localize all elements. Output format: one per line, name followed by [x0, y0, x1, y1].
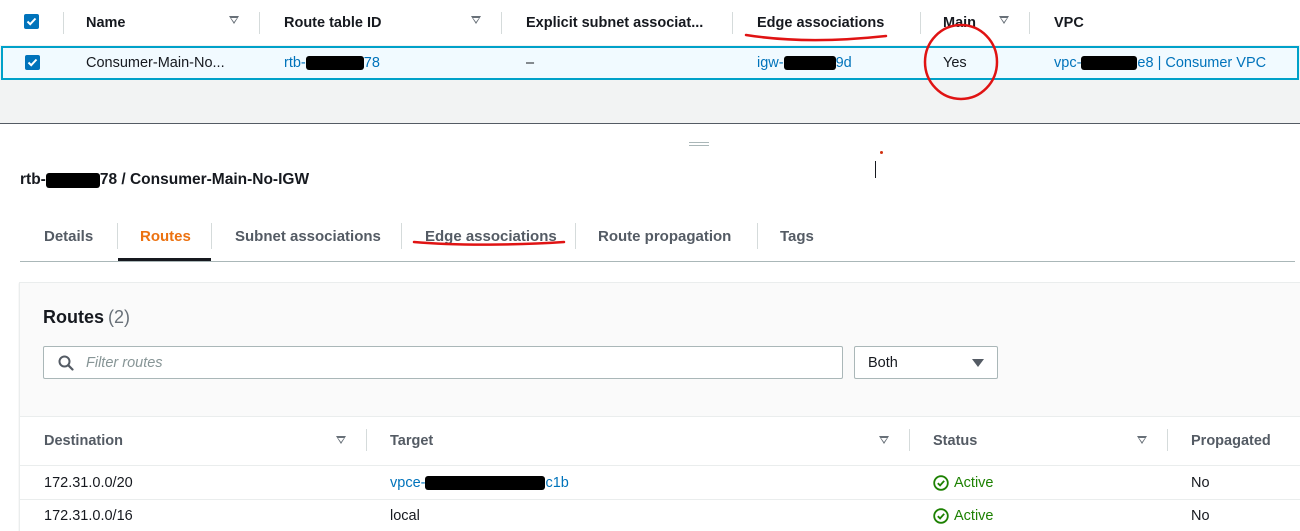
edge-prefix: igw- — [757, 55, 784, 71]
table-row-selected[interactable]: Consumer-Main-No... rtb- 78 – igw- 9d Yes … — [1, 46, 1299, 80]
column-header-edge-associations[interactable]: Edge associations — [757, 0, 897, 45]
edge-suffix: 9d — [835, 55, 852, 71]
column-divider — [1167, 429, 1168, 451]
status-text: Active — [954, 474, 994, 491]
column-divider — [1029, 12, 1030, 34]
route-table-id-link[interactable]: rtb- 78 — [284, 48, 380, 78]
tab-divider — [575, 223, 576, 249]
table-header: Name Route table ID Explicit subnet asso… — [0, 0, 1300, 45]
search-icon — [58, 355, 74, 371]
cell-destination: 172.31.0.0/16 — [44, 507, 133, 524]
column-header-status[interactable]: Status — [933, 417, 977, 465]
redaction — [1081, 56, 1138, 70]
split-panel: rtb- 78 / Consumer-Main-No-IGW Details Ro… — [0, 123, 1300, 531]
cell-propagated: No — [1191, 474, 1210, 491]
column-header-explicit-subnet[interactable]: Explicit subnet associat... — [526, 0, 716, 45]
tab-bar: Details Routes Subnet associations Edge … — [20, 210, 1295, 262]
routes-title: Routes (2) — [43, 307, 130, 328]
column-divider — [920, 12, 921, 34]
tab-divider — [757, 223, 758, 249]
filter-routes-field[interactable] — [43, 346, 843, 379]
annotation-dot — [880, 151, 883, 154]
tab-divider — [211, 223, 212, 249]
redaction — [305, 56, 364, 70]
column-header-destination[interactable]: Destination — [44, 417, 123, 465]
caret-down-icon — [972, 359, 984, 367]
sort-icon[interactable] — [229, 16, 239, 24]
routes-title-text: Routes — [43, 307, 105, 327]
sort-icon[interactable] — [879, 436, 889, 444]
tab-divider — [117, 223, 118, 249]
column-header-route-table-id[interactable]: Route table ID — [284, 0, 464, 45]
tab-divider — [401, 223, 402, 249]
column-header-vpc[interactable]: VPC — [1054, 0, 1154, 45]
vpc-link[interactable]: vpc-e8 | Consumer VPC — [1054, 48, 1266, 78]
route-type-select[interactable]: Both — [854, 346, 998, 379]
column-divider — [259, 12, 260, 34]
column-header-name[interactable]: Name — [86, 0, 226, 45]
cell-main: Yes — [943, 55, 967, 71]
routes-header: Routes(2) Both — [20, 283, 1300, 417]
redaction — [783, 56, 836, 70]
cell-propagated: No — [1191, 507, 1210, 524]
status-badge: Active — [933, 466, 994, 499]
tab-details[interactable]: Details — [44, 210, 93, 262]
vpc-suffix: e8 | Consumer VPC — [1137, 55, 1267, 71]
check-circle-icon — [933, 474, 949, 491]
column-divider — [366, 429, 367, 451]
tab-routes[interactable]: Routes — [140, 210, 191, 262]
sort-icon[interactable] — [1137, 436, 1147, 444]
routes-count: (2) — [108, 307, 131, 327]
routes-container: Routes(2) Both Destination Target Status… — [19, 282, 1300, 531]
check-circle-icon — [933, 507, 949, 524]
text-cursor — [875, 161, 876, 178]
route-tables-table: Name Route table ID Explicit subnet asso… — [0, 0, 1300, 123]
sort-icon[interactable] — [336, 436, 346, 444]
panel-title-suffix: 78 / Consumer-Main-No-IGW — [99, 171, 310, 188]
panel-title-prefix: rtb- — [20, 171, 46, 188]
edge-association-link[interactable]: igw- 9d — [757, 48, 852, 78]
active-tab-indicator — [118, 258, 211, 261]
row-checkbox[interactable] — [25, 55, 40, 70]
column-divider — [909, 429, 910, 451]
redaction — [45, 172, 100, 188]
tab-route-propagation[interactable]: Route propagation — [598, 210, 731, 262]
cell-name: Consumer-Main-No... — [86, 55, 225, 71]
cell-destination: 172.31.0.0/20 — [44, 474, 133, 491]
tab-subnet-associations[interactable]: Subnet associations — [235, 210, 381, 262]
sort-icon[interactable] — [471, 16, 481, 24]
route-table-id-prefix: rtb- — [284, 55, 306, 71]
target-prefix: vpce- — [390, 474, 426, 491]
cell-target: local — [390, 507, 420, 524]
tab-edge-associations[interactable]: Edge associations — [425, 210, 557, 262]
column-divider — [501, 12, 502, 34]
row-divider — [20, 465, 1300, 466]
cell-explicit-subnet: – — [526, 55, 535, 71]
column-header-target[interactable]: Target — [390, 417, 433, 465]
column-header-main[interactable]: Main — [943, 0, 993, 45]
panel-title: rtb- 78 / Consumer-Main-No-IGW — [20, 171, 309, 189]
tab-tags[interactable]: Tags — [780, 210, 814, 262]
resize-handle[interactable] — [689, 142, 709, 146]
column-header-propagated[interactable]: Propagated — [1191, 417, 1271, 465]
vpc-prefix: vpc- — [1054, 55, 1082, 71]
filter-routes-input[interactable] — [86, 354, 786, 371]
column-divider — [732, 12, 733, 34]
row-divider — [20, 499, 1300, 500]
column-divider — [63, 12, 64, 34]
select-all-checkbox[interactable] — [24, 14, 39, 29]
status-badge: Active — [933, 499, 994, 531]
target-suffix: c1b — [545, 474, 569, 491]
status-text: Active — [954, 507, 994, 524]
route-type-select-value: Both — [868, 354, 898, 371]
redaction — [425, 475, 546, 490]
target-link[interactable]: vpce-c1b — [390, 466, 569, 499]
sort-icon[interactable] — [999, 16, 1009, 24]
route-table-id-suffix: 78 — [363, 55, 380, 71]
